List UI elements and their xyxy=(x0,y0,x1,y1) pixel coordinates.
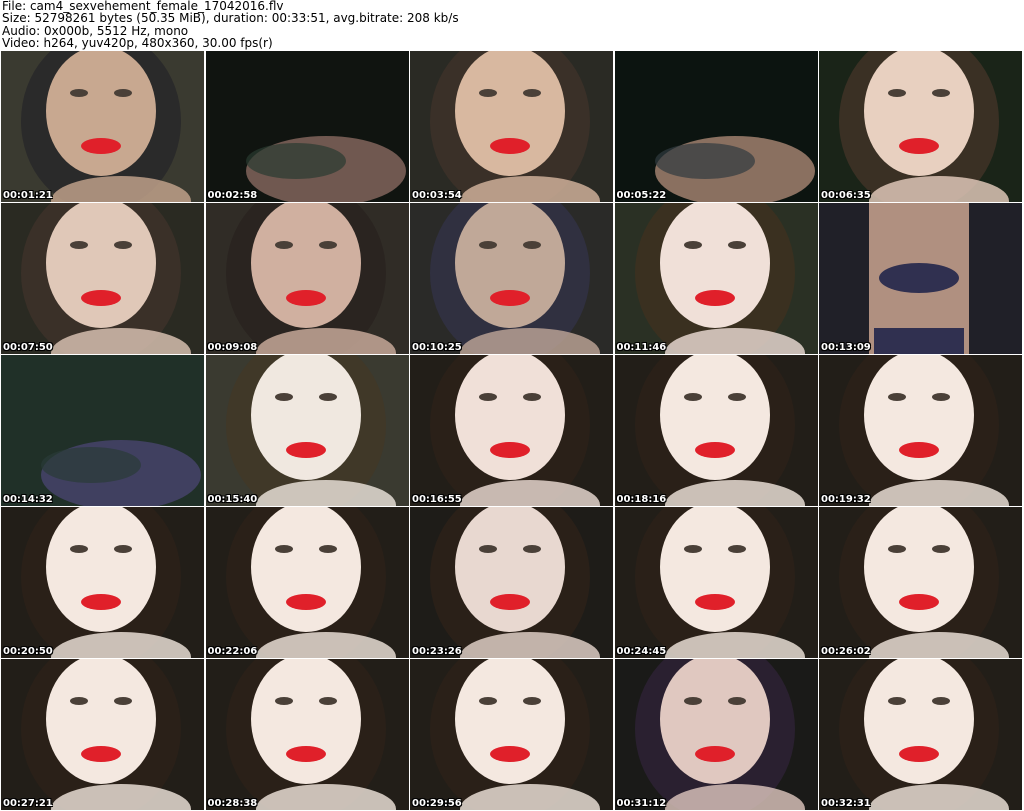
thumbnail-timestamp: 00:05:22 xyxy=(616,190,667,201)
thumbnail-frame-image xyxy=(819,51,1022,202)
thumbnail-frame-image xyxy=(614,507,818,658)
thumbnail-timestamp: 00:14:32 xyxy=(3,494,53,505)
video-thumbnail: 00:07:50 xyxy=(1,203,204,354)
thumbnail-grid: 00:01:21 00:02:58 00:03:54 00:05:22 00:06:35… xyxy=(1,51,1023,810)
video-thumbnail: 00:03:54 xyxy=(410,51,613,202)
video-thumbnail: 00:05:22 xyxy=(614,51,818,202)
video-thumbnail: 00:27:21 xyxy=(1,659,204,810)
video-thumbnail: 00:26:02 xyxy=(819,507,1022,658)
video-thumbnail: 00:31:12 xyxy=(614,659,818,810)
thumbnail-timestamp: 00:29:56 xyxy=(412,798,462,809)
video-thumbnail: 00:28:38 xyxy=(205,659,409,810)
thumbnail-frame-image xyxy=(1,507,204,658)
thumbnail-timestamp: 00:01:21 xyxy=(3,190,53,201)
thumbnail-timestamp: 00:07:50 xyxy=(3,342,53,353)
video-thumbnail: 00:18:16 xyxy=(614,355,818,506)
video-thumbnail: 00:14:32 xyxy=(1,355,204,506)
thumbnail-timestamp: 00:11:46 xyxy=(616,342,667,353)
video-thumbnail: 00:06:35 xyxy=(819,51,1022,202)
thumbnail-frame-image xyxy=(410,203,613,354)
video-thumbnail: 00:23:26 xyxy=(410,507,613,658)
thumbnail-timestamp: 00:27:21 xyxy=(3,798,53,809)
video-thumbnail: 00:02:58 xyxy=(205,51,409,202)
thumbnail-frame-image xyxy=(1,51,204,202)
thumbnail-frame-image xyxy=(819,355,1022,506)
video-thumbnail: 00:32:31 xyxy=(819,659,1022,810)
thumbnail-timestamp: 00:18:16 xyxy=(616,494,667,505)
thumbnail-frame-image xyxy=(410,355,613,506)
thumbnail-frame-image xyxy=(614,355,818,506)
thumbnail-frame-image xyxy=(819,659,1022,810)
video-thumbnail: 00:16:55 xyxy=(410,355,613,506)
thumbnail-timestamp: 00:09:08 xyxy=(207,342,258,353)
thumbnail-timestamp: 00:23:26 xyxy=(412,646,462,657)
video-thumbnail: 00:19:32 xyxy=(819,355,1022,506)
thumbnail-timestamp: 00:06:35 xyxy=(821,190,871,201)
thumbnail-timestamp: 00:22:06 xyxy=(207,646,258,657)
thumbnail-frame-image xyxy=(1,659,204,810)
video-thumbnail: 00:11:46 xyxy=(614,203,818,354)
thumbnail-frame-image xyxy=(819,507,1022,658)
video-info-line: Video: h264, yuv420p, 480x360, 30.00 fps… xyxy=(2,35,273,50)
thumbnail-timestamp: 00:03:54 xyxy=(412,190,462,201)
thumbnail-timestamp: 00:26:02 xyxy=(821,646,871,657)
video-thumbnail: 00:22:06 xyxy=(205,507,409,658)
thumbnail-frame-image xyxy=(205,51,409,202)
thumbnail-timestamp: 00:28:38 xyxy=(207,798,258,809)
video-thumbnail: 00:13:09 xyxy=(819,203,1022,354)
thumbnail-timestamp: 00:10:25 xyxy=(412,342,462,353)
size-duration-line: Size: 52798261 bytes (50.35 MiB), durati… xyxy=(2,11,459,26)
thumbnail-timestamp: 00:20:50 xyxy=(3,646,53,657)
thumbnail-frame-image xyxy=(1,355,204,506)
thumbnail-timestamp: 00:32:31 xyxy=(821,798,871,809)
thumbnail-frame-image xyxy=(205,355,409,506)
thumbnail-frame-image xyxy=(614,203,818,354)
thumbnail-frame-image xyxy=(614,659,818,810)
thumbnail-frame-image xyxy=(410,507,613,658)
thumbnail-timestamp: 00:24:45 xyxy=(616,646,667,657)
thumbnail-timestamp: 00:15:40 xyxy=(207,494,258,505)
video-thumbnail: 00:01:21 xyxy=(1,51,204,202)
video-thumbnail: 00:10:25 xyxy=(410,203,613,354)
thumbnail-timestamp: 00:19:32 xyxy=(821,494,871,505)
video-thumbnail: 00:09:08 xyxy=(205,203,409,354)
thumbnail-frame-image xyxy=(205,659,409,810)
thumbnail-frame-image xyxy=(1,203,204,354)
file-info-header: File: cam4_sexvehement_female_17042016.f… xyxy=(2,0,1022,50)
video-thumbnail: 00:15:40 xyxy=(205,355,409,506)
thumbnail-frame-image xyxy=(205,507,409,658)
thumbnail-timestamp: 00:13:09 xyxy=(821,342,871,353)
thumbnail-frame-image xyxy=(205,203,409,354)
thumbnail-frame-image xyxy=(410,51,613,202)
thumbnail-frame-image xyxy=(410,659,613,810)
video-thumbnail: 00:29:56 xyxy=(410,659,613,810)
thumbnail-timestamp: 00:02:58 xyxy=(207,190,258,201)
thumbnail-frame-image xyxy=(614,51,818,202)
thumbnail-timestamp: 00:31:12 xyxy=(616,798,667,809)
video-thumbnail: 00:20:50 xyxy=(1,507,204,658)
video-thumbnail: 00:24:45 xyxy=(614,507,818,658)
thumbnail-frame-image xyxy=(819,203,1022,354)
thumbnail-timestamp: 00:16:55 xyxy=(412,494,462,505)
